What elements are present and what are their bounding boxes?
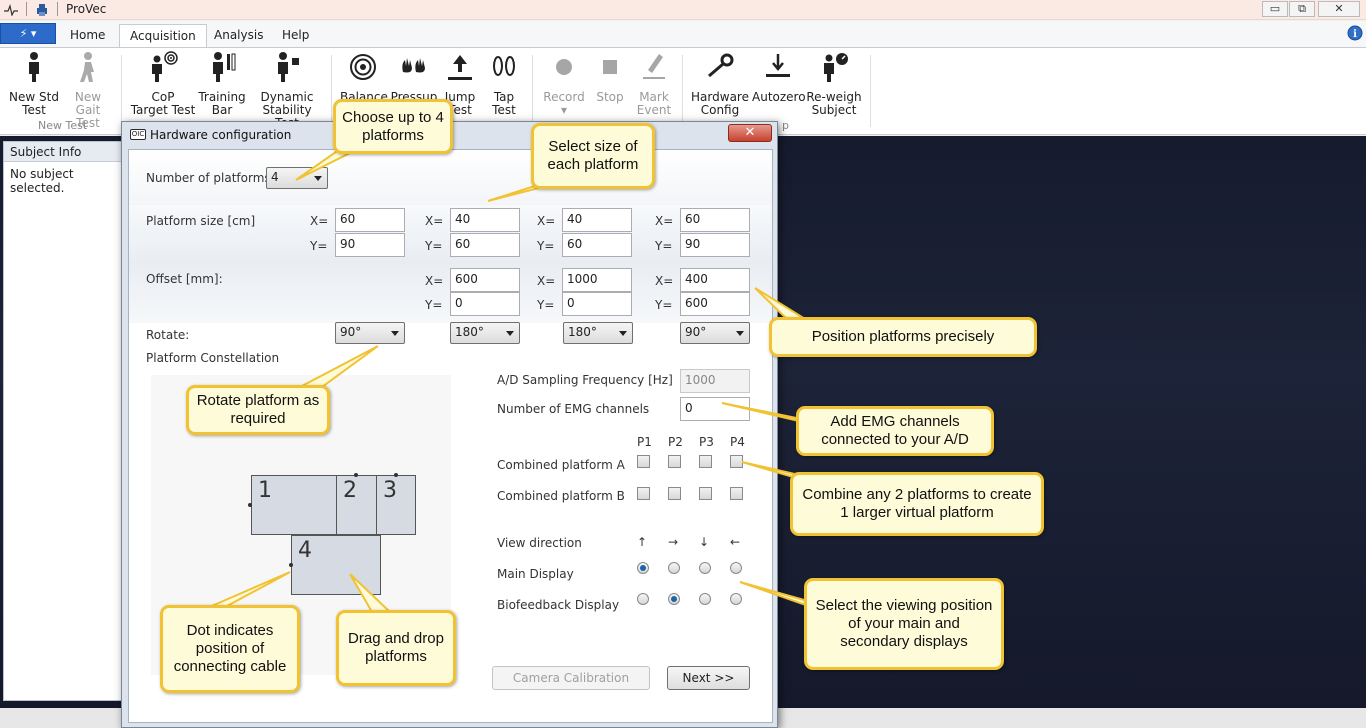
callout-choose-platforms: Choose up to 4 platforms	[333, 99, 453, 154]
callout-drag: Drag and drop platforms	[336, 610, 456, 686]
callout-dot: Dot indicates position of connecting cab…	[160, 605, 300, 693]
callout-rotate: Rotate platform as required	[186, 385, 330, 435]
callout-emg: Add EMG channels connected to your A/D	[796, 406, 994, 456]
callout-position: Position platforms precisely	[769, 317, 1037, 357]
callout-combine: Combine any 2 platforms to create 1 larg…	[790, 472, 1044, 536]
callout-viewing: Select the viewing position of your main…	[804, 578, 1004, 670]
callout-select-size: Select size of each platform	[531, 123, 655, 189]
